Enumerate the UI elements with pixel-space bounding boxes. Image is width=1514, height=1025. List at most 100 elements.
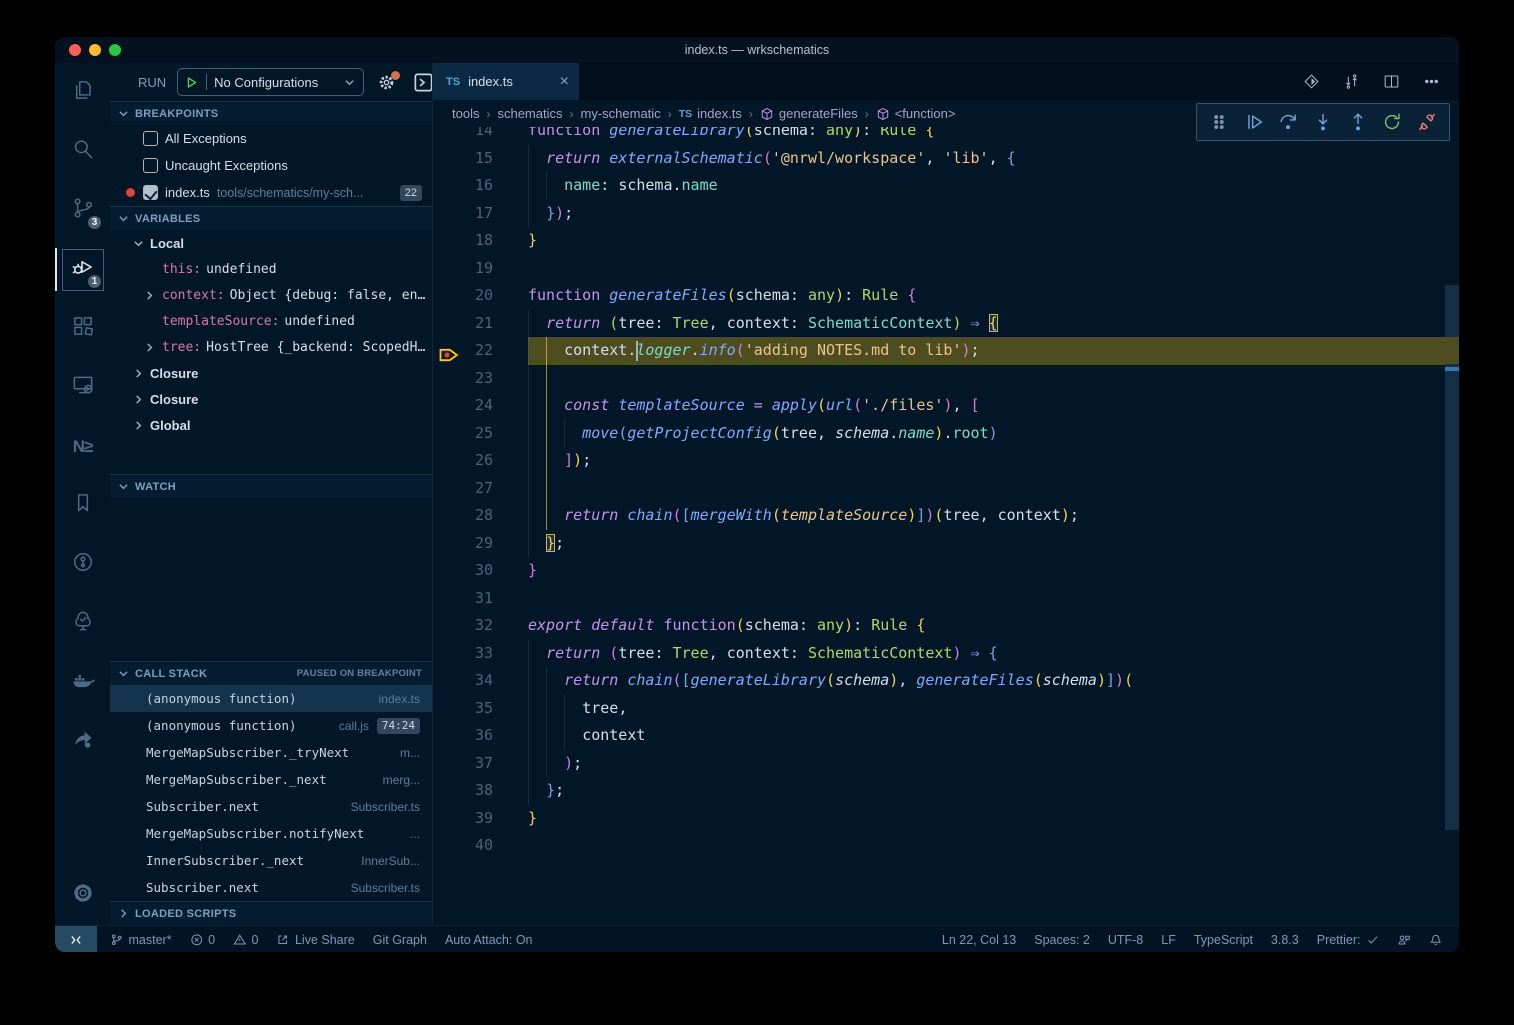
variable-scope-closure[interactable]: Closure	[110, 386, 432, 412]
code-line[interactable]: 29 };	[433, 530, 1459, 558]
line-gutter[interactable]: 18	[433, 227, 528, 255]
activity-bar-item-gitlens[interactable]	[55, 535, 110, 594]
activity-bar-item-explorer[interactable]	[55, 63, 110, 122]
launch-config-dropdown[interactable]: No Configurations	[177, 68, 364, 96]
variable-scope-global[interactable]: Global	[110, 412, 432, 438]
line-gutter[interactable]: 21	[433, 310, 528, 338]
variables-section-header[interactable]: VARIABLES	[110, 206, 432, 230]
status-item-master-[interactable]: master*	[101, 933, 181, 947]
call-stack-frame[interactable]: InnerSubscriber._nextInnerSub...	[110, 847, 432, 874]
status-item-prettier-[interactable]: Prettier:	[1308, 933, 1388, 947]
code-line[interactable]: 39}	[433, 805, 1459, 833]
watch-section-header[interactable]: WATCH	[110, 474, 432, 498]
maximize-window-icon[interactable]	[109, 44, 121, 56]
editor-scrollbar[interactable]	[1445, 127, 1459, 925]
loaded-scripts-section-header[interactable]: LOADED SCRIPTS	[110, 901, 432, 925]
code-text[interactable]: context.logger.info('adding NOTES.md to …	[528, 337, 1445, 365]
breakpoint-checkbox[interactable]	[143, 131, 158, 146]
line-gutter[interactable]: 36	[433, 722, 528, 750]
minimize-window-icon[interactable]	[89, 44, 101, 56]
line-gutter[interactable]: 16	[433, 172, 528, 200]
line-gutter[interactable]: 32	[433, 612, 528, 640]
code-text[interactable]	[528, 255, 1445, 283]
breakpoint-checkbox[interactable]	[143, 158, 158, 173]
breakpoint-checkbox[interactable]	[143, 185, 158, 200]
line-gutter[interactable]: 38	[433, 777, 528, 805]
variable-row[interactable]: context: Object {debug: false, en…	[110, 282, 432, 308]
code-text[interactable]: return chain([generateLibrary(schema), g…	[528, 667, 1445, 695]
status-item-spaces-2[interactable]: Spaces: 2	[1025, 933, 1099, 947]
line-gutter[interactable]: 17	[433, 200, 528, 228]
code-text[interactable]: };	[528, 530, 1445, 558]
activity-bar-item-test-explorer[interactable]	[55, 594, 110, 653]
code-line[interactable]: 33 return (tree: Tree, context: Schemati…	[433, 640, 1459, 668]
status-item-0[interactable]: 0	[224, 933, 267, 947]
call-stack-frame[interactable]: (anonymous function)index.ts	[110, 685, 432, 712]
breadcrumb-item[interactable]: generateFiles	[760, 106, 858, 121]
line-gutter[interactable]: 25	[433, 420, 528, 448]
code-line[interactable]: 38 };	[433, 777, 1459, 805]
activity-bar-item-project-share[interactable]	[55, 712, 110, 771]
tab-index-ts[interactable]: TS index.ts ×	[433, 63, 579, 100]
line-gutter[interactable]: 23	[433, 365, 528, 393]
code-text[interactable]: const templateSource = apply(url('./file…	[528, 392, 1445, 420]
debug-console-button[interactable]	[413, 72, 433, 93]
line-gutter[interactable]: 15	[433, 145, 528, 173]
status-item-live-share[interactable]: Live Share	[267, 933, 363, 947]
step-over-icon[interactable]	[1277, 111, 1299, 133]
code-text[interactable]: return (tree: Tree, context: SchematicCo…	[528, 310, 1445, 338]
breadcrumb-item[interactable]: <function>	[876, 106, 956, 121]
code-text[interactable]: ]);	[528, 447, 1445, 475]
variable-row[interactable]: templateSource: undefined	[110, 308, 432, 334]
breakpoint-row[interactable]: All Exceptions	[110, 125, 432, 152]
code-line[interactable]: 16 name: schema.name	[433, 172, 1459, 200]
code-line[interactable]: 18}	[433, 227, 1459, 255]
code-text[interactable]: }	[528, 227, 1445, 255]
code-line[interactable]: 19	[433, 255, 1459, 283]
split-editor-icon[interactable]	[1382, 72, 1401, 91]
call-stack-frame[interactable]: MergeMapSubscriber.notifyNext...	[110, 820, 432, 847]
code-line[interactable]: 25 move(getProjectConfig(tree, schema.na…	[433, 420, 1459, 448]
status-item-lf[interactable]: LF	[1152, 933, 1185, 947]
variable-row[interactable]: this: undefined	[110, 256, 432, 282]
code-text[interactable]: };	[528, 777, 1445, 805]
code-line[interactable]: 34 return chain([generateLibrary(schema)…	[433, 667, 1459, 695]
status-item-utf-8[interactable]: UTF-8	[1099, 933, 1152, 947]
code-line[interactable]: 40	[433, 832, 1459, 860]
call-stack-frame[interactable]: MergeMapSubscriber._nextmerg...	[110, 766, 432, 793]
code-text[interactable]: tree,	[528, 695, 1445, 723]
step-into-icon[interactable]	[1312, 111, 1334, 133]
breakpoint-row[interactable]: Uncaught Exceptions	[110, 152, 432, 179]
variable-row[interactable]: tree: HostTree {_backend: ScopedH…	[110, 334, 432, 360]
open-changes-icon[interactable]	[1302, 72, 1321, 91]
code-text[interactable]: }	[528, 557, 1445, 585]
status-item-git-graph[interactable]: Git Graph	[364, 933, 436, 947]
line-gutter[interactable]: 14	[433, 127, 528, 145]
activity-bar-item-run-debug[interactable]: 1	[55, 240, 110, 299]
call-stack-frame[interactable]: MergeMapSubscriber._tryNextm...	[110, 739, 432, 766]
variable-scope-local[interactable]: Local	[110, 230, 432, 256]
line-gutter[interactable]: 34	[433, 667, 528, 695]
call-stack-frame[interactable]: (anonymous function)call.js74:24	[110, 712, 432, 739]
code-text[interactable]: name: schema.name	[528, 172, 1445, 200]
status-item-feedback-icon[interactable]	[1388, 933, 1420, 947]
grip-icon[interactable]	[1208, 111, 1230, 133]
line-gutter[interactable]: 30	[433, 557, 528, 585]
line-gutter[interactable]: 31	[433, 585, 528, 613]
code-text[interactable]: }	[528, 805, 1445, 833]
line-gutter[interactable]: 26	[433, 447, 528, 475]
code-text[interactable]: });	[528, 200, 1445, 228]
code-text[interactable]	[528, 832, 1445, 860]
breadcrumb-item[interactable]: schematics	[497, 106, 562, 121]
code-text[interactable]: move(getProjectConfig(tree, schema.name)…	[528, 420, 1445, 448]
more-actions-icon[interactable]	[1422, 72, 1441, 91]
code-line[interactable]: 23	[433, 365, 1459, 393]
close-window-icon[interactable]	[69, 44, 81, 56]
close-tab-icon[interactable]: ×	[560, 74, 569, 90]
code-line[interactable]: 17 });	[433, 200, 1459, 228]
code-line[interactable]: 21 return (tree: Tree, context: Schemati…	[433, 310, 1459, 338]
code-text[interactable]	[528, 475, 1445, 503]
activity-bar-item-extensions[interactable]	[55, 299, 110, 358]
activity-bar-item-settings-gear[interactable]	[55, 866, 110, 925]
status-item-auto-attach-on[interactable]: Auto Attach: On	[436, 933, 542, 947]
